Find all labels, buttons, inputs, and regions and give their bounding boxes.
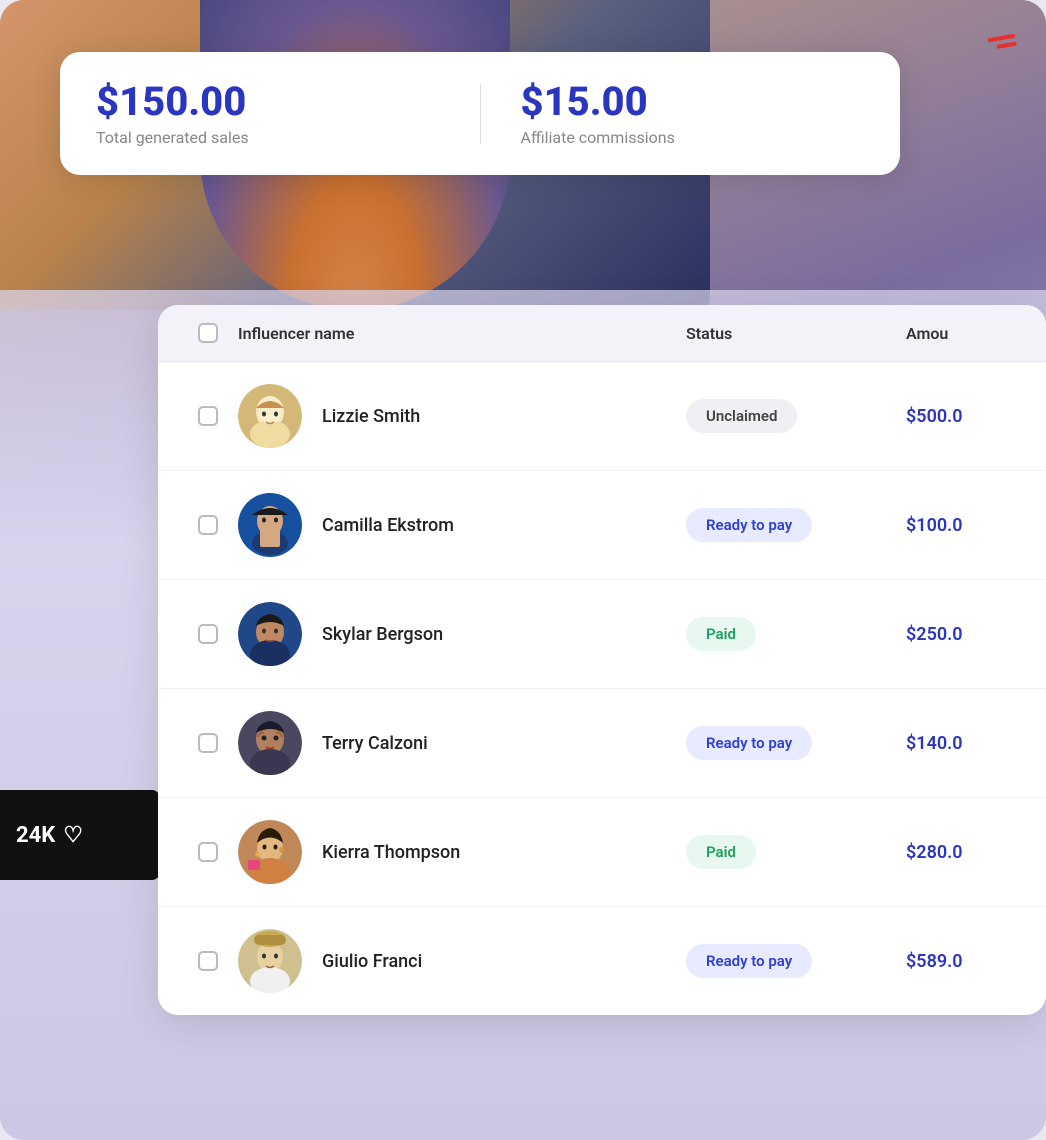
row-checkbox[interactable] [198, 624, 218, 644]
influencer-name: Terry Calzoni [322, 733, 428, 754]
select-all-checkbox[interactable] [198, 323, 218, 343]
influencer-name: Camilla Ekstrom [322, 515, 454, 536]
row-name-cell: Lizzie Smith [238, 384, 686, 448]
row-checkbox-cell[interactable] [178, 624, 238, 644]
row-checkbox-cell[interactable] [178, 951, 238, 971]
influencer-table: Influencer name Status Amou Lizzie Smith… [158, 305, 1046, 1015]
avatar [238, 820, 302, 884]
row-checkbox[interactable] [198, 951, 218, 971]
commissions-value: $15.00 [521, 80, 865, 124]
status-cell: Paid [686, 835, 906, 869]
status-badge: Ready to pay [686, 726, 812, 760]
row-name-cell: Kierra Thompson [238, 820, 686, 884]
table-row: Kierra Thompson Paid $280.0 [158, 798, 1046, 907]
influencer-name: Lizzie Smith [322, 406, 420, 427]
status-badge: Ready to pay [686, 508, 812, 542]
influencer-name-header: Influencer name [238, 324, 686, 343]
row-checkbox-cell[interactable] [178, 733, 238, 753]
status-badge: Ready to pay [686, 944, 812, 978]
amount-cell: $250.0 [906, 624, 1026, 645]
row-checkbox-cell[interactable] [178, 406, 238, 426]
row-checkbox[interactable] [198, 733, 218, 753]
table-header: Influencer name Status Amou [158, 305, 1046, 362]
total-sales-value: $150.00 [96, 80, 440, 124]
commissions-block: $15.00 Affiliate commissions [521, 80, 865, 147]
likes-count: 24K [16, 823, 55, 848]
avatar [238, 493, 302, 557]
influencer-name: Skylar Bergson [322, 624, 443, 645]
row-checkbox-cell[interactable] [178, 842, 238, 862]
table-row: Skylar Bergson Paid $250.0 [158, 580, 1046, 689]
amount-cell: $500.0 [906, 406, 1026, 427]
heart-icon: ♡ [63, 823, 83, 848]
row-name-cell: Terry Calzoni [238, 711, 686, 775]
status-badge: Paid [686, 617, 756, 651]
influencer-name: Giulio Franci [322, 951, 422, 972]
header-checkbox-cell[interactable] [178, 323, 238, 343]
table-row: Camilla Ekstrom Ready to pay $100.0 [158, 471, 1046, 580]
total-sales-label: Total generated sales [96, 128, 440, 147]
amount-cell: $280.0 [906, 842, 1026, 863]
row-name-cell: Camilla Ekstrom [238, 493, 686, 557]
status-badge: Paid [686, 835, 756, 869]
table-row: Lizzie Smith Unclaimed $500.0 [158, 362, 1046, 471]
row-checkbox-cell[interactable] [178, 515, 238, 535]
amount-header: Amou [906, 324, 1026, 343]
amount-cell: $100.0 [906, 515, 1026, 536]
status-cell: Paid [686, 617, 906, 651]
amount-cell: $589.0 [906, 951, 1026, 972]
avatar [238, 384, 302, 448]
status-cell: Ready to pay [686, 508, 906, 542]
stats-divider [480, 84, 481, 144]
avatar [238, 711, 302, 775]
status-header: Status [686, 324, 906, 343]
amount-cell: $140.0 [906, 733, 1026, 754]
row-name-cell: Giulio Franci [238, 929, 686, 993]
stats-card: $150.00 Total generated sales $15.00 Aff… [60, 52, 900, 175]
status-cell: Unclaimed [686, 399, 906, 433]
row-checkbox[interactable] [198, 515, 218, 535]
avatar [238, 602, 302, 666]
avatar [238, 929, 302, 993]
total-sales-block: $150.00 Total generated sales [96, 80, 440, 147]
social-bar: 24K ♡ [0, 790, 160, 880]
status-cell: Ready to pay [686, 726, 906, 760]
row-name-cell: Skylar Bergson [238, 602, 686, 666]
status-badge: Unclaimed [686, 399, 797, 433]
influencer-name: Kierra Thompson [322, 842, 460, 863]
commissions-label: Affiliate commissions [521, 128, 865, 147]
table-body: Lizzie Smith Unclaimed $500.0 Camilla Ek… [158, 362, 1046, 1015]
table-row: Giulio Franci Ready to pay $589.0 [158, 907, 1046, 1015]
row-checkbox[interactable] [198, 842, 218, 862]
table-row: Terry Calzoni Ready to pay $140.0 [158, 689, 1046, 798]
status-cell: Ready to pay [686, 944, 906, 978]
row-checkbox[interactable] [198, 406, 218, 426]
